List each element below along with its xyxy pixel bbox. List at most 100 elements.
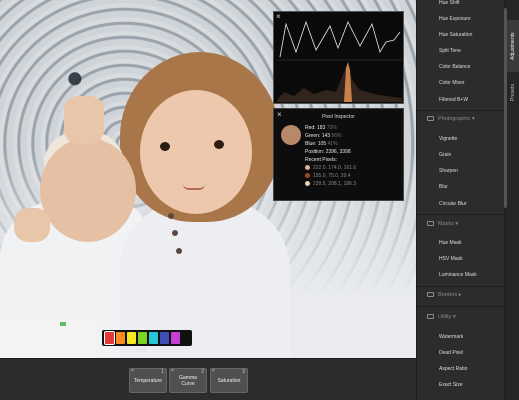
sidebar-item-color-mixer[interactable]: Color Mixer [439,80,465,86]
recent-pixel-text: 222.0, 174.0, 161.6 [313,165,357,171]
inspector-green-row: Green: 143 56% [305,133,341,139]
photo-mouth [183,184,205,190]
sidebar-item-hue-shift[interactable]: Hue Shift [439,0,460,6]
inspector-recent-pixel[interactable]: 155.0, 75.0, 39.4 [305,173,351,179]
gamma-curve-button[interactable]: × 2 Gamma Curve [169,368,207,393]
camera-icon [427,116,434,121]
adjustments-sidebar: Hue Shift Hue Exposure Hue Saturation Sp… [416,0,504,400]
vertical-tab-strip: Adjustments Presets [507,0,519,400]
inspector-blue-value: 105 [317,141,327,147]
inspector-green-pct: 56% [331,133,342,139]
pixel-inspector-panel[interactable]: × Pixel Inspector Red: 183 72% Green: 14… [273,108,404,201]
sidebar-item-aspect-ratio[interactable]: Aspect Ratio [439,366,467,372]
sidebar-item-dead-pixel[interactable]: Dead Pixel [439,350,463,356]
sidebar-divider [417,110,504,111]
sidebar-item-split-tone[interactable]: Split Tone [439,48,461,54]
photo-shirt-button [176,248,182,254]
photo-girl-face [140,90,252,214]
section-label: Borders [438,292,458,298]
photo-raised-hand [64,96,104,144]
photo-eye [214,140,224,149]
saturation-label: Saturation [217,377,241,384]
temperature-button[interactable]: × 1 Temperature [129,368,167,393]
hue-swatch-bar [102,330,192,346]
sidebar-item-circular-blur[interactable]: Circular Blur [439,201,467,207]
saturation-button[interactable]: × 3 Saturation [210,368,248,393]
sidebar-section-photographic[interactable]: Photographic ▾ [427,116,475,122]
photo-eye [160,142,170,151]
hue-swatch[interactable] [171,332,180,344]
sidebar-item-hue-mask[interactable]: Hue Mask [439,240,462,246]
photo-green-mark [60,322,66,326]
sidebar-item-filtered-bw[interactable]: Filtered B+W [439,97,468,103]
sidebar-item-vignette[interactable]: Vignette [439,136,457,142]
section-label: Masks [438,221,454,227]
hue-swatch[interactable] [116,332,125,344]
histogram-curve [279,20,401,58]
section-label: Photographic [438,116,471,122]
gamma-curve-label: Gamma Curve [179,374,197,387]
sidebar-item-hsv-mask[interactable]: HSV Mask [439,256,463,262]
recent-pixel-dot [305,165,310,170]
hue-swatch[interactable] [138,332,147,344]
inspector-color-swatch [281,125,301,145]
tab-presets[interactable]: Presets [507,76,519,110]
inspector-red-pct: 72% [326,125,337,131]
sidebar-item-luminance-mask[interactable]: Luminance Mask [439,272,477,278]
recent-pixel-dot [305,181,310,186]
remove-icon[interactable]: × [212,368,215,374]
inspector-red-value: 183 [316,125,326,131]
utility-icon [427,314,434,319]
order-number: 1 [161,369,164,375]
inspector-blue-row: Blue: 105 41% [305,141,338,147]
sidebar-item-exact-size[interactable]: Exact Size [439,382,463,388]
remove-icon[interactable]: × [171,368,174,374]
tab-adjustments[interactable]: Adjustments [507,20,519,72]
photo-shirt-button [172,230,178,236]
sidebar-section-utility[interactable]: Utility ▾ [427,314,456,320]
sidebar-section-borders[interactable]: Borders ▸ [427,292,462,298]
sidebar-item-hue-saturation[interactable]: Hue Saturation [439,32,472,38]
hue-label: Hue [137,348,147,354]
hue-swatch[interactable] [149,332,158,344]
hue-swatch[interactable] [104,331,115,345]
inspector-red-row: Red: 183 72% [305,125,337,131]
sidebar-item-watermark[interactable]: Watermark [439,334,463,340]
sidebar-item-grain[interactable]: Grain [439,152,451,158]
hue-swatch[interactable] [127,332,136,344]
photo-shirt-button [168,213,174,219]
photo-baby-hand [14,208,50,242]
inspector-position-label: Position: [305,149,325,155]
sidebar-section-masks[interactable]: Masks ▾ [427,221,458,227]
sidebar-item-sharpen[interactable]: Sharpen [439,168,458,174]
sidebar-divider [417,214,504,215]
app-window: × × Pixel Inspector Red: 183 72% Green: … [0,0,519,400]
sidebar-item-hue-exposure[interactable]: Hue Exposure [439,16,471,22]
remove-icon[interactable]: × [131,368,134,374]
inspector-position-row: Position: 2396, 3398 [305,149,351,155]
histogram-close-icon[interactable]: × [276,12,281,21]
inspector-green-value: 143 [321,133,331,139]
photo-white-region [0,322,96,358]
inspector-recent-label: Recent Pixels: [305,157,337,163]
inspector-blue-pct: 41% [327,141,338,147]
sidebar-item-color-balance[interactable]: Color Balance [439,64,470,70]
histogram-fill [277,62,402,102]
inspector-blue-label: Blue: [305,141,317,147]
recent-pixel-dot [305,173,310,178]
inspector-green-label: Green: [305,133,321,139]
sidebar-item-blur[interactable]: Blur [439,184,448,190]
histogram-panel[interactable]: × [273,11,404,104]
hue-swatch[interactable] [160,332,169,344]
temperature-label: Temperature [133,377,163,384]
order-number: 2 [201,369,204,375]
border-icon [427,292,434,297]
sidebar-divider [417,286,504,287]
inspector-title: Pixel Inspector [322,114,355,120]
inspector-recent-pixel[interactable]: 222.0, 174.0, 161.6 [305,165,356,171]
photo-baby-head [40,138,136,242]
recent-pixel-text: 155.0, 75.0, 39.4 [313,173,351,179]
inspector-position-value: 2396, 3398 [325,149,351,155]
inspector-recent-pixel[interactable]: 239.5, 208.1, 186.3 [305,181,356,187]
recent-pixel-text: 239.5, 208.1, 186.3 [313,181,357,187]
